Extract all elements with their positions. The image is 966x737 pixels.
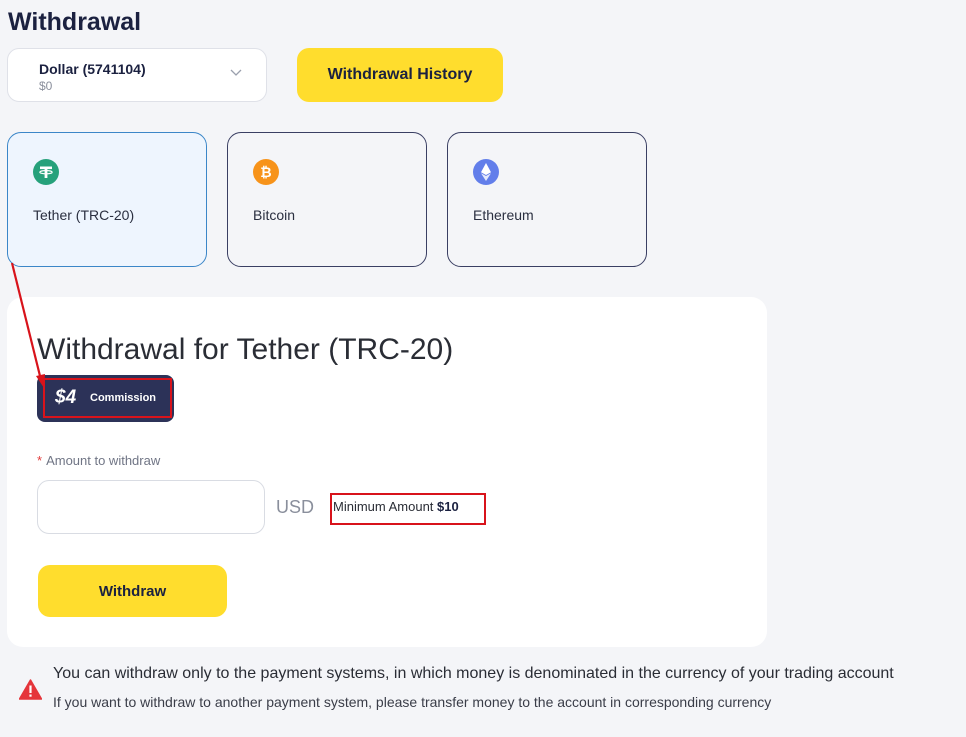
warning-icon [19,679,42,700]
page-title: Withdrawal [8,8,142,36]
required-marker: * [37,453,43,468]
account-select[interactable]: Dollar (5741104) $0 [7,48,267,102]
currency-unit: USD [276,497,315,517]
method-card-tether[interactable]: Tether (TRC-20) [7,132,207,267]
method-label: Ethereum [473,207,534,223]
bitcoin-icon: ₿ [253,159,279,185]
withdraw-button[interactable]: Withdraw [38,565,227,617]
method-label: Tether (TRC-20) [33,207,135,223]
chevron-down-icon [230,69,242,76]
commission-highlight-box [43,378,172,418]
account-name: Dollar (5741104) [39,61,146,77]
withdrawal-panel: Withdrawal for Tether (TRC-20) $4 Commis… [7,297,767,647]
withdrawal-history-button[interactable]: Withdrawal History [297,48,503,102]
method-card-ethereum[interactable]: Ethereum [447,132,647,267]
tether-icon [33,159,59,185]
method-card-bitcoin[interactable]: ₿ Bitcoin [227,132,427,267]
account-balance: $0 [39,79,53,93]
ethereum-icon [473,159,499,185]
amount-label: * Amount to withdraw [37,453,161,468]
minimum-amount-highlight-box [330,493,486,525]
notice-main: You can withdraw only to the payment sys… [53,665,894,682]
svg-text:₿: ₿ [260,165,271,181]
method-label: Bitcoin [253,207,296,223]
notice-sub: If you want to withdraw to another payme… [53,694,772,710]
panel-title: Withdrawal for Tether (TRC-20) [37,333,454,366]
amount-input[interactable] [37,480,265,534]
